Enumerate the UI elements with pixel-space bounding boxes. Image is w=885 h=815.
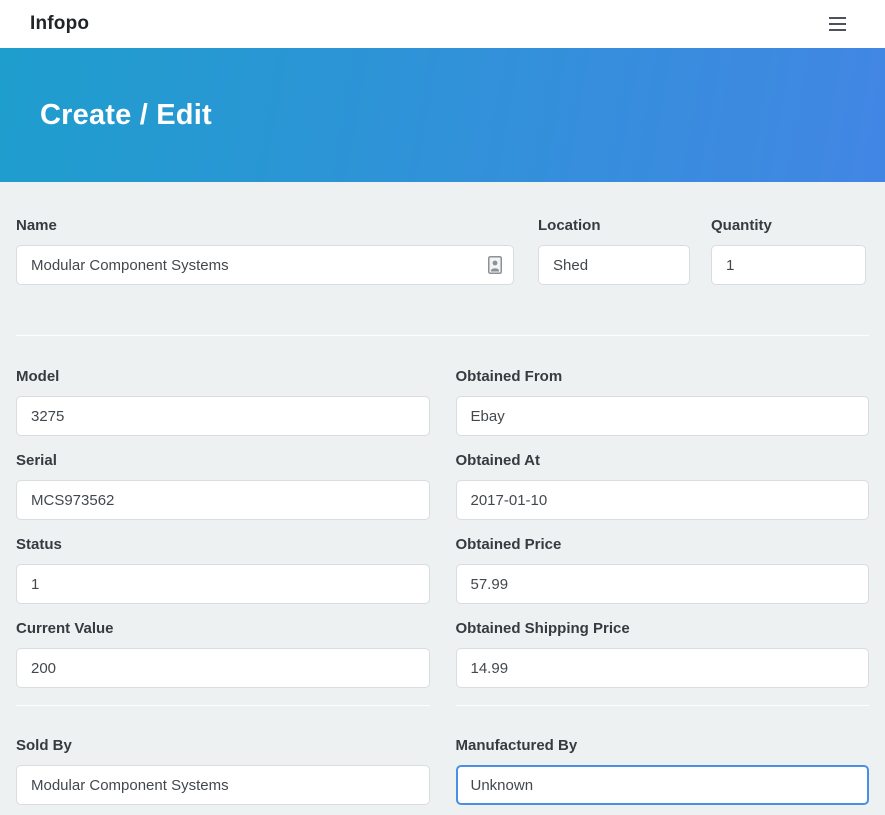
navbar: Infopo — [0, 0, 885, 48]
status-input[interactable] — [16, 564, 430, 604]
sold-by-input[interactable] — [16, 765, 430, 805]
current-value-label: Current Value — [16, 621, 430, 636]
status-label: Status — [16, 537, 430, 552]
hamburger-menu-icon — [829, 29, 846, 31]
manufactured-by-input[interactable] — [456, 765, 870, 805]
obtained-price-field-group: Obtained Price — [456, 537, 870, 604]
manufactured-by-label: Manufactured By — [456, 738, 870, 753]
obtained-from-input[interactable] — [456, 396, 870, 436]
location-input[interactable] — [538, 245, 690, 285]
model-label: Model — [16, 369, 430, 384]
sold-by-field-group: Sold By — [16, 738, 430, 805]
obtained-price-input[interactable] — [456, 564, 870, 604]
obtained-shipping-price-field-group: Obtained Shipping Price — [456, 621, 870, 688]
current-value-field-group: Current Value — [16, 621, 430, 688]
obtained-from-label: Obtained From — [456, 369, 870, 384]
autofill-contact-icon[interactable] — [488, 256, 502, 274]
location-label: Location — [538, 218, 690, 233]
serial-field-group: Serial — [16, 453, 430, 520]
sold-by-label: Sold By — [16, 738, 430, 753]
hamburger-menu-icon — [829, 17, 846, 19]
current-value-input[interactable] — [16, 648, 430, 688]
top-field-row: Name Location Quantity — [16, 218, 869, 302]
name-field-group: Name — [16, 218, 514, 285]
left-column: Model Serial Status Current Value Sold B… — [16, 369, 430, 815]
left-column-divider — [16, 705, 430, 706]
location-field-group: Location — [538, 218, 690, 285]
obtained-at-label: Obtained At — [456, 453, 870, 468]
obtained-shipping-price-label: Obtained Shipping Price — [456, 621, 870, 636]
obtained-at-field-group: Obtained At — [456, 453, 870, 520]
quantity-field-group: Quantity — [711, 218, 866, 285]
navbar-toggler-button[interactable] — [829, 13, 846, 35]
model-input[interactable] — [16, 396, 430, 436]
model-field-group: Model — [16, 369, 430, 436]
hamburger-menu-icon — [829, 23, 846, 25]
status-field-group: Status — [16, 537, 430, 604]
form-content: Name Location Quantity Model — [0, 182, 885, 815]
right-column: Obtained From Obtained At Obtained Price… — [456, 369, 870, 815]
right-column-divider — [456, 705, 870, 706]
quantity-input[interactable] — [711, 245, 866, 285]
obtained-from-field-group: Obtained From — [456, 369, 870, 436]
page-title: Create / Edit — [40, 99, 212, 132]
obtained-price-label: Obtained Price — [456, 537, 870, 552]
name-label: Name — [16, 218, 514, 233]
section-divider — [16, 335, 869, 336]
serial-input[interactable] — [16, 480, 430, 520]
page-header: Create / Edit — [0, 48, 885, 182]
name-input[interactable] — [16, 245, 514, 285]
quantity-label: Quantity — [711, 218, 866, 233]
brand-link[interactable]: Infopo — [30, 13, 89, 35]
detail-columns: Model Serial Status Current Value Sold B… — [16, 369, 869, 815]
obtained-shipping-price-input[interactable] — [456, 648, 870, 688]
serial-label: Serial — [16, 453, 430, 468]
obtained-at-input[interactable] — [456, 480, 870, 520]
manufactured-by-field-group: Manufactured By — [456, 738, 870, 805]
